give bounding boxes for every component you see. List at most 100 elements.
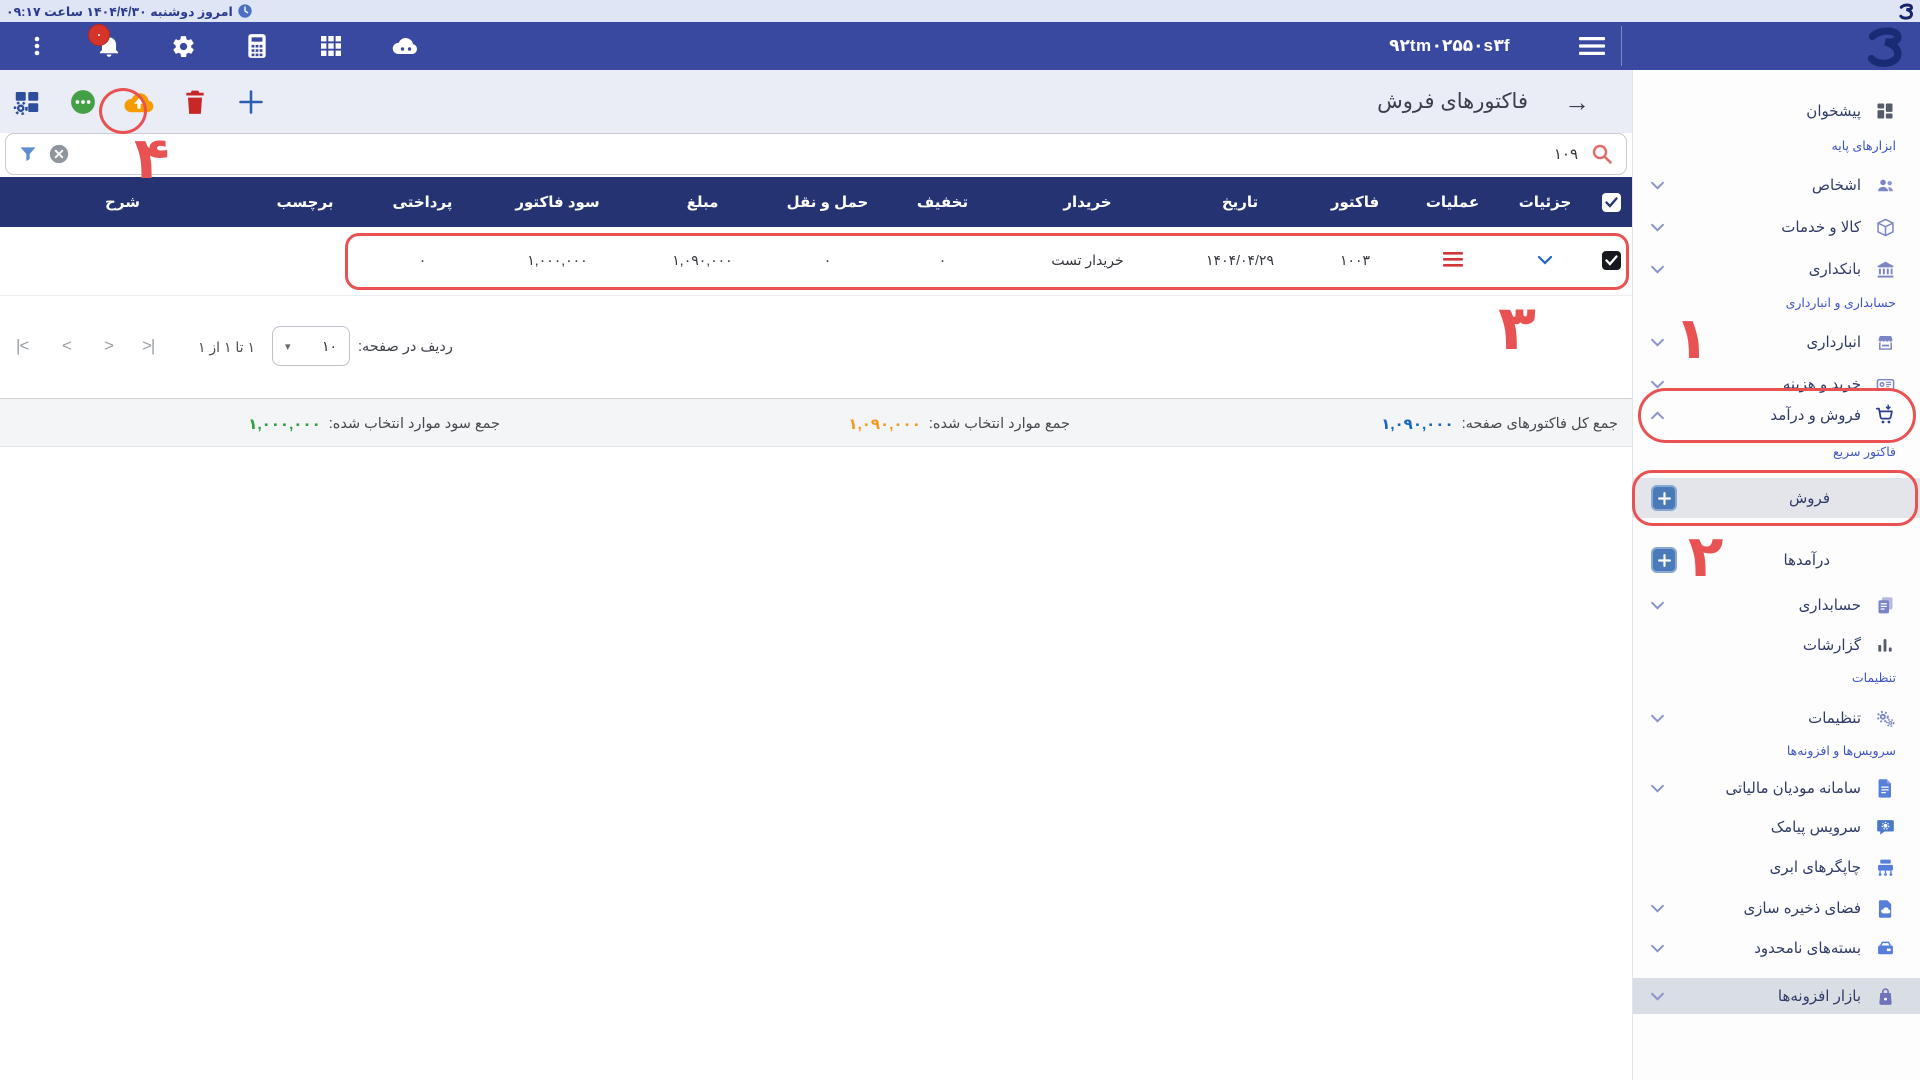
export-upload-button[interactable]	[122, 85, 156, 119]
sidebar-label: حسابداری	[1799, 596, 1861, 614]
package-box-icon	[1874, 937, 1896, 959]
file-cloud-icon	[1874, 897, 1896, 919]
page-total-label: جمع کل فاکتورهای صفحه:	[1462, 416, 1618, 432]
row-description	[0, 227, 245, 295]
next-page-button[interactable]: >	[104, 336, 113, 356]
filter-icon[interactable]	[18, 144, 38, 164]
sidebar-item-sales[interactable]: فروش	[1633, 478, 1920, 518]
row-invoice-number[interactable]: ۱۰۰۳	[1305, 227, 1405, 295]
sidebar-item-banking[interactable]: بانکداری	[1633, 252, 1920, 286]
sidebar-item-goods-services[interactable]: کالا و خدمات	[1633, 210, 1920, 244]
sidebar-item-sms-service[interactable]: سرویس پیامک	[1633, 810, 1920, 844]
apps-grid-button[interactable]	[308, 22, 354, 70]
col-invoice: فاکتور	[1305, 177, 1405, 227]
back-arrow-icon[interactable]: →	[1564, 89, 1590, 115]
expense-receipt-icon	[1874, 373, 1896, 395]
gears-icon	[1874, 707, 1896, 729]
selected-profit-value: ۱,۰۰۰,۰۰۰	[248, 415, 320, 433]
chevron-down-icon	[1651, 338, 1664, 347]
sidebar-section-settings: تنظیمات	[1852, 670, 1896, 685]
shopping-bag-icon	[1874, 985, 1896, 1007]
sidebar-label: گزارشات	[1803, 636, 1861, 654]
sidebar-label: خرید و هزینه	[1783, 375, 1861, 393]
add-invoice-button[interactable]	[234, 85, 268, 119]
sidebar-item-purchase-expense[interactable]: خرید و هزینه	[1633, 367, 1920, 401]
sidebar-item-warehousing[interactable]: انبارداری	[1633, 325, 1920, 359]
sidebar-item-storage-space[interactable]: فضای ذخیره سازی	[1633, 891, 1920, 925]
search-icon[interactable]	[1590, 142, 1614, 166]
sidebar-item-incomes[interactable]: درآمدها	[1633, 540, 1920, 580]
select-all-checkbox[interactable]	[1602, 193, 1621, 212]
sidebar-item-addons-market[interactable]: بازار افزونه‌ها	[1633, 978, 1920, 1014]
prev-page-button[interactable]: <	[62, 336, 71, 356]
people-icon	[1874, 174, 1896, 196]
search-input[interactable]	[70, 146, 1586, 163]
sidebar-item-cloud-printers[interactable]: چاپگرهای ابری	[1633, 850, 1920, 884]
selected-total-label: جمع موارد انتخاب شده:	[929, 416, 1070, 432]
last-page-button[interactable]: >|	[142, 336, 154, 356]
sidebar-item-quick-invoice[interactable]: فاکتور سریع	[1833, 444, 1896, 459]
selected-profit: جمع سود موارد انتخاب شده: ۱,۰۰۰,۰۰۰	[248, 399, 500, 448]
notifications-button[interactable]: ۰	[86, 22, 132, 70]
sidebar-label: بانکداری	[1809, 260, 1861, 278]
add-income-button[interactable]	[1651, 547, 1677, 573]
settings-button[interactable]	[160, 22, 206, 70]
trash-icon	[183, 89, 207, 115]
sidebar-item-persons[interactable]: اشخاص	[1633, 168, 1920, 202]
assistant-bot-button[interactable]	[382, 22, 428, 70]
sidebar-item-settings[interactable]: تنظیمات	[1633, 701, 1920, 735]
search-bar	[5, 133, 1627, 175]
more-options-button[interactable]	[66, 85, 100, 119]
package-icon	[1874, 216, 1896, 238]
sidebar-label: پیشخوان	[1806, 102, 1861, 120]
sidebar-label: فروش	[1789, 489, 1830, 507]
row-checkbox[interactable]	[1602, 251, 1621, 270]
row-tag	[245, 227, 365, 295]
pagination-range: ۱ تا ۱ از ۱	[198, 339, 255, 356]
sidebar-item-accounting[interactable]: حسابداری	[1633, 588, 1920, 622]
sidebar-item-dashboard[interactable]: پیشخوان	[1633, 94, 1920, 128]
row-buyer-link[interactable]: خریدار تست	[1000, 227, 1175, 295]
chevron-down-icon	[1651, 714, 1664, 723]
sidebar-item-reports[interactable]: گزارشات	[1633, 628, 1920, 662]
date-display: امروز دوشنبه ۱۴۰۴/۴/۳۰ ساعت ۰۹:۱۷	[6, 3, 253, 19]
clear-search-icon[interactable]	[48, 143, 70, 165]
add-sale-button[interactable]	[1651, 485, 1677, 511]
first-page-button[interactable]: |<	[16, 336, 28, 356]
dropdown-arrow-icon: ▾	[285, 340, 291, 353]
row-select-cell	[1590, 227, 1632, 295]
select-all-cell	[1590, 177, 1632, 227]
row-operations-cell[interactable]	[1405, 227, 1500, 295]
expand-chevron-icon[interactable]	[1537, 255, 1553, 266]
kebab-menu-button[interactable]	[14, 22, 60, 70]
sidebar-label: درآمدها	[1784, 551, 1830, 569]
table-header-row: جزئیات عملیات فاکتور تاریخ خریدار تخفیف …	[0, 177, 1632, 227]
chevron-down-icon	[1651, 784, 1664, 793]
table-settings-icon	[12, 87, 42, 117]
page-total-value: ۱,۰۹۰,۰۰۰	[1381, 415, 1453, 433]
chevron-down-icon	[1651, 904, 1664, 913]
hamburger-icon	[1579, 36, 1605, 56]
apps-grid-icon	[319, 34, 343, 58]
table-settings-button[interactable]	[10, 85, 44, 119]
sidebar-item-unlimited-packages[interactable]: بسته‌های نامحدود	[1633, 931, 1920, 965]
header-divider	[1621, 26, 1622, 66]
operations-menu-icon[interactable]	[1443, 252, 1463, 267]
workspace-id: ۹۲tm۰۲۵۵۰s۳f	[1389, 22, 1510, 70]
network-printer-icon	[1874, 856, 1896, 878]
sms-icon	[1874, 816, 1896, 838]
row-details-cell[interactable]	[1500, 227, 1590, 295]
chevron-down-icon	[1651, 380, 1664, 389]
sidebar-item-sales-income[interactable]: فروش و درآمد	[1633, 398, 1920, 432]
col-paid: پرداختی	[365, 177, 480, 227]
delete-button[interactable]	[178, 85, 212, 119]
sidebar-label: چاپگرهای ابری	[1770, 858, 1861, 876]
col-description: شرح	[0, 177, 245, 227]
calculator-button[interactable]	[234, 22, 280, 70]
sidebar-label: فضای ذخیره سازی	[1743, 899, 1861, 917]
summary-bar: جمع کل فاکتورهای صفحه: ۱,۰۹۰,۰۰۰ جمع موا…	[0, 398, 1632, 447]
sidebar-toggle-button[interactable]	[1569, 22, 1615, 70]
rows-per-page-select[interactable]: ▾ ۱۰	[272, 326, 350, 366]
col-details: جزئیات	[1500, 177, 1590, 227]
sidebar-item-tax-system[interactable]: سامانه مودیان مالیاتی	[1633, 771, 1920, 805]
